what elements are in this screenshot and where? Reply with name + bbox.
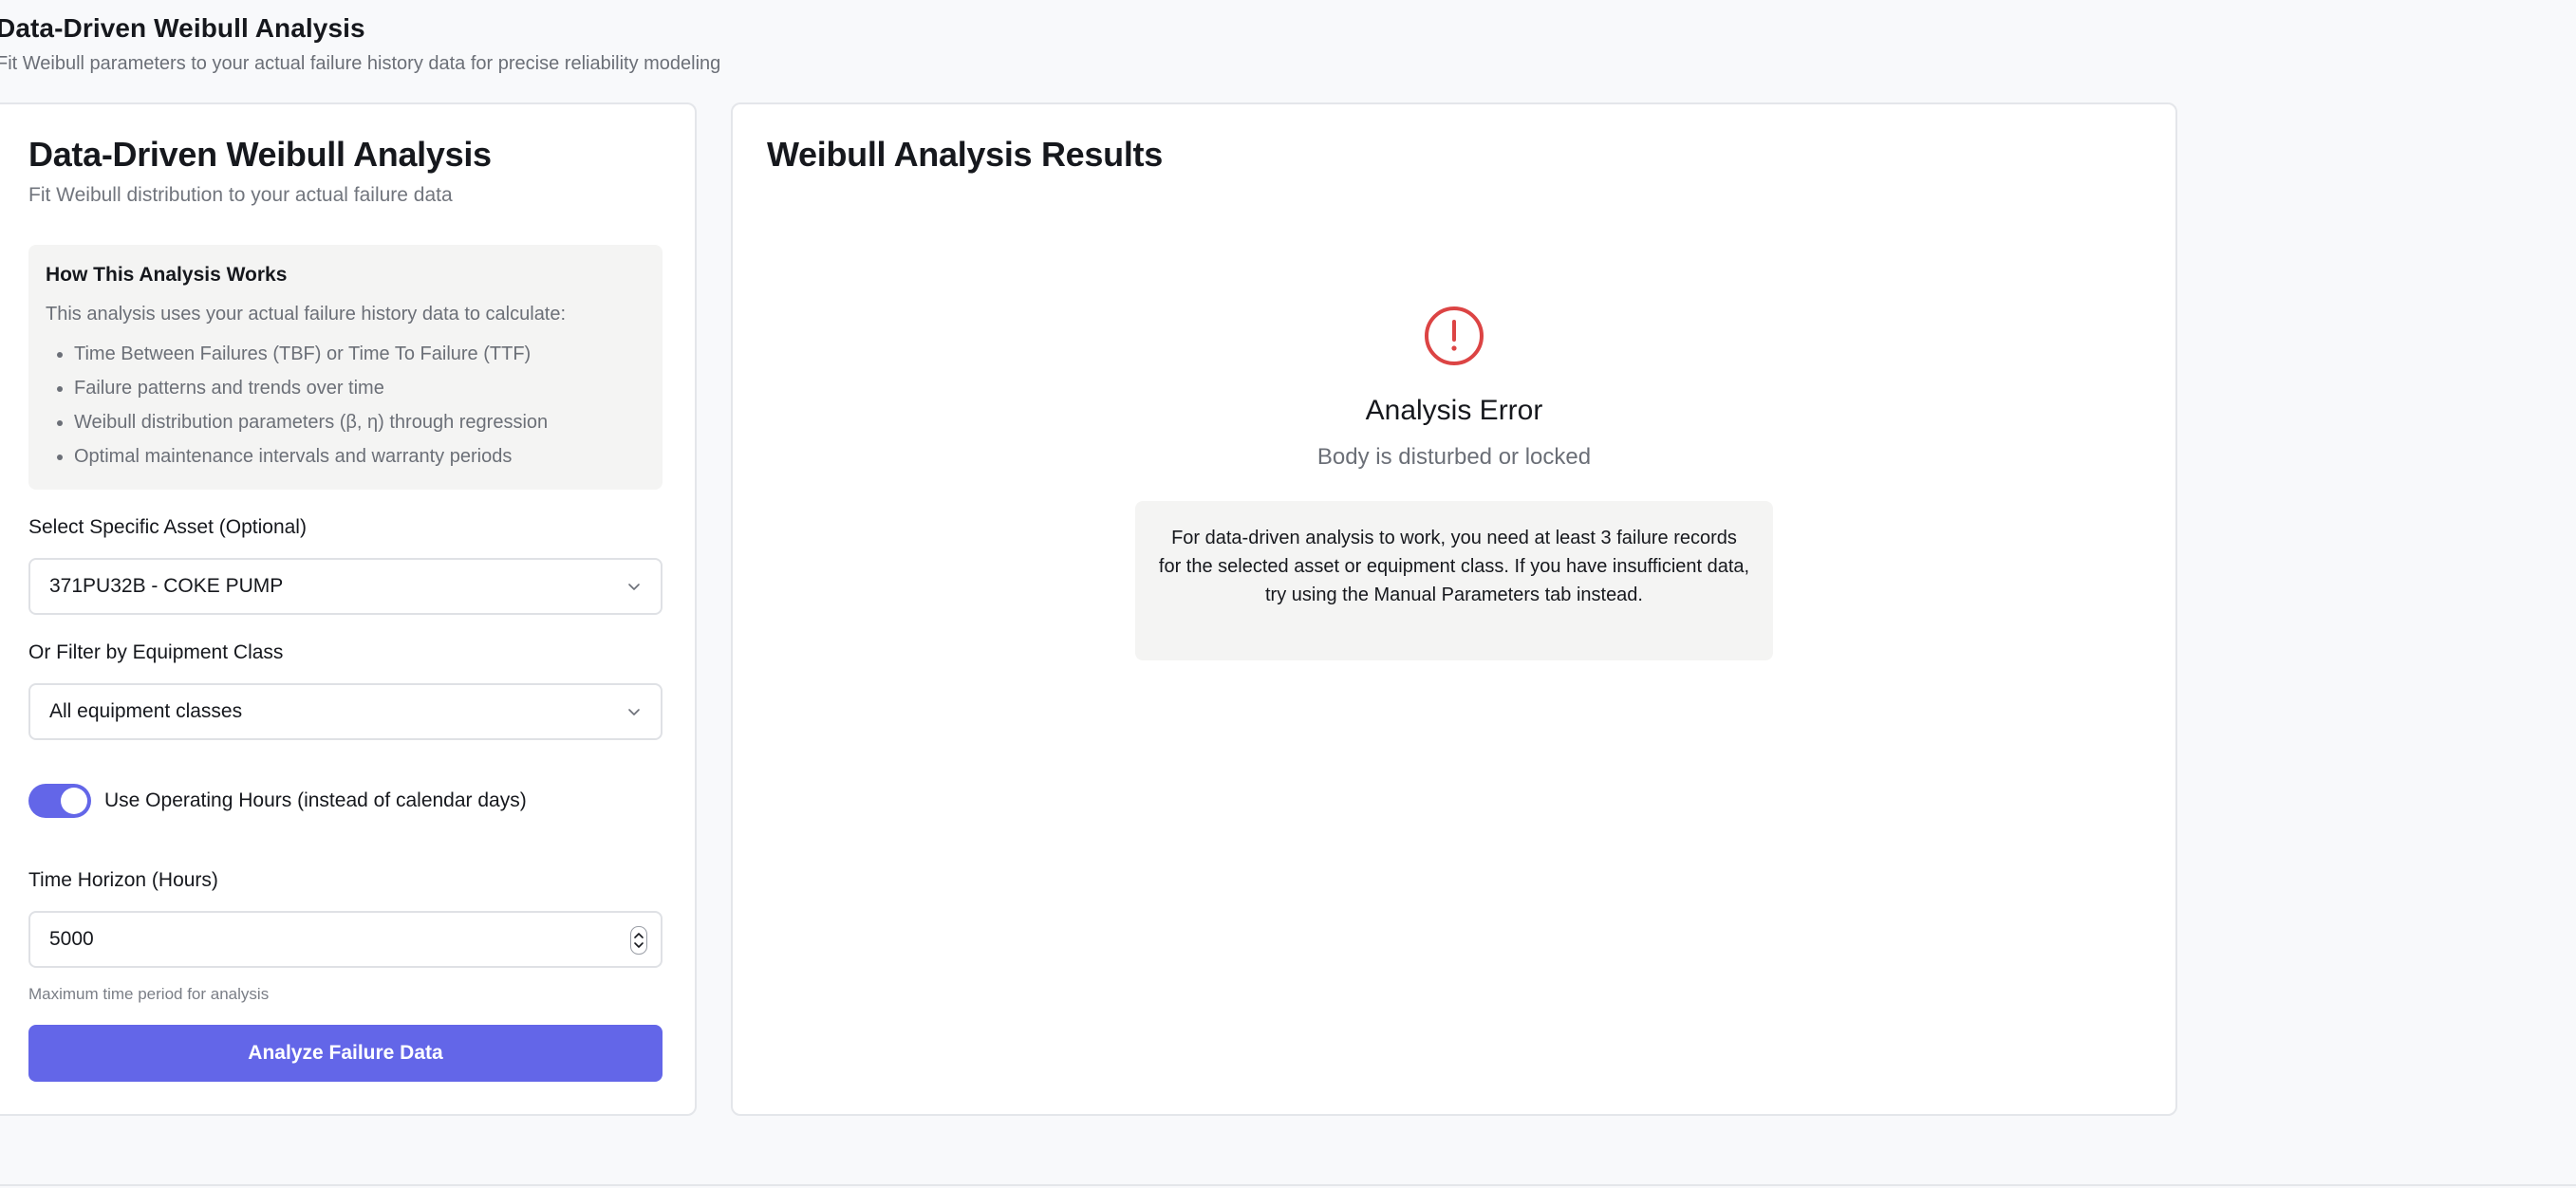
panel-subtitle: Fit Weibull distribution to your actual …	[28, 184, 453, 206]
time-horizon-value: 5000	[49, 928, 94, 950]
equipment-class-select[interactable]: All equipment classes	[28, 683, 663, 740]
asset-select[interactable]: 371PU32B - COKE PUMP	[28, 558, 663, 615]
asset-select-value: 371PU32B - COKE PUMP	[49, 575, 284, 597]
info-text: This analysis uses your actual failure h…	[46, 304, 567, 325]
operating-hours-row: Use Operating Hours (instead of calendar…	[28, 784, 527, 818]
list-item: Weibull distribution parameters (β, η) t…	[74, 405, 645, 439]
asset-select-label: Select Specific Asset (Optional)	[28, 516, 307, 538]
analysis-settings-panel: Data-Driven Weibull Analysis Fit Weibull…	[0, 102, 697, 1116]
chevron-down-icon	[628, 709, 640, 715]
alert-circle-icon	[1425, 306, 1484, 365]
results-title: Weibull Analysis Results	[767, 135, 1163, 174]
panel-title: Data-Driven Weibull Analysis	[28, 135, 492, 174]
time-horizon-label: Time Horizon (Hours)	[28, 869, 218, 891]
analyze-button[interactable]: Analyze Failure Data	[28, 1025, 663, 1082]
list-item: Time Between Failures (TBF) or Time To F…	[74, 337, 645, 371]
error-message: Body is disturbed or locked	[1316, 444, 1592, 470]
results-panel: Weibull Analysis Results Analysis Error …	[731, 102, 2177, 1116]
panel-header: Data-Driven Weibull Analysis Fit Weibull…	[28, 135, 663, 207]
chevron-down-icon	[628, 584, 640, 590]
toggle-knob	[61, 788, 87, 814]
time-horizon-input[interactable]: 5000	[28, 911, 663, 968]
class-select-value: All equipment classes	[49, 700, 243, 722]
error-help-box: For data-driven analysis to work, you ne…	[1135, 501, 1773, 660]
operating-hours-toggle[interactable]	[28, 784, 91, 818]
page-header: Data-Driven Weibull Analysis Fit Weibull…	[0, 13, 720, 75]
page-subtitle: Fit Weibull parameters to your actual fa…	[0, 53, 721, 74]
info-title: How This Analysis Works	[46, 264, 288, 286]
list-item: Optimal maintenance intervals and warran…	[74, 439, 645, 473]
divider	[0, 1184, 2576, 1186]
how-it-works-box: How This Analysis Works This analysis us…	[28, 245, 663, 490]
number-spinner-icon[interactable]	[630, 926, 647, 955]
error-title: Analysis Error	[1365, 395, 1543, 426]
list-item: Failure patterns and trends over time	[74, 371, 645, 405]
page-title: Data-Driven Weibull Analysis	[0, 13, 365, 43]
info-list: Time Between Failures (TBF) or Time To F…	[46, 337, 645, 473]
time-horizon-hint: Maximum time period for analysis	[28, 985, 270, 1003]
operating-hours-label: Use Operating Hours (instead of calendar…	[104, 789, 527, 811]
class-select-label: Or Filter by Equipment Class	[28, 641, 284, 663]
